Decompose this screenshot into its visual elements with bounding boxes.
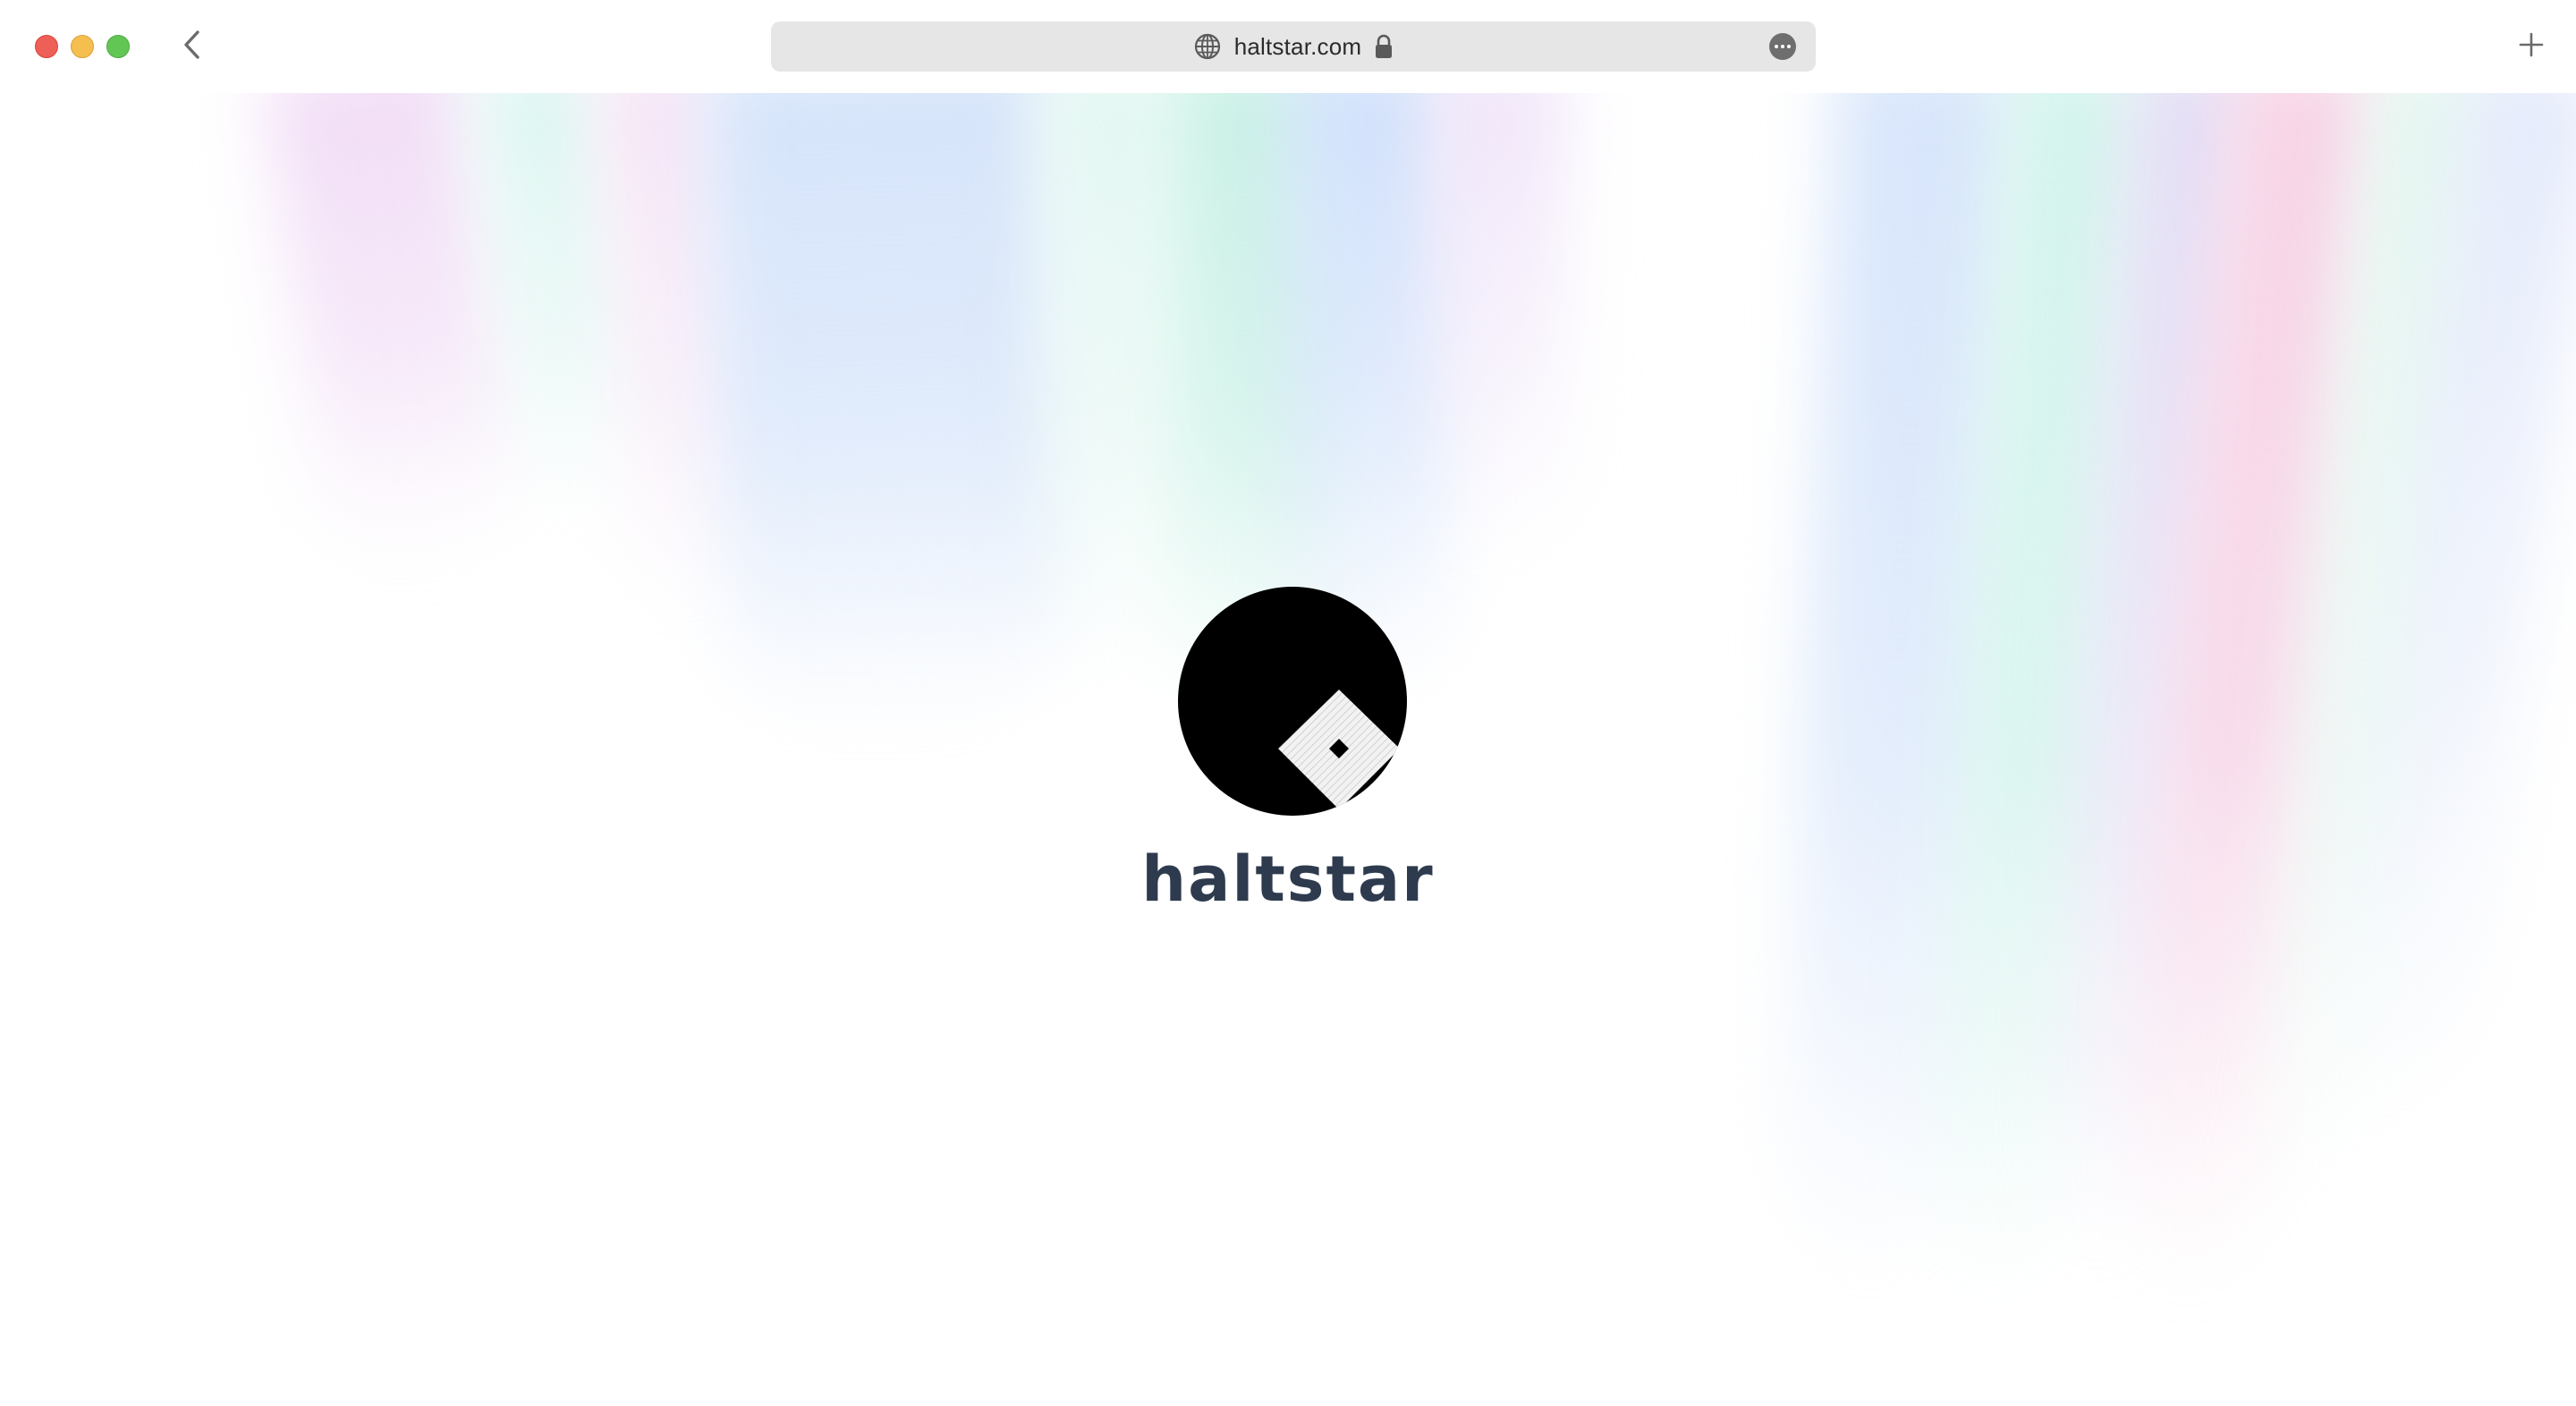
- haltstar-logo[interactable]: [1176, 585, 1409, 817]
- back-button[interactable]: [175, 25, 208, 64]
- lock-icon: [1376, 34, 1393, 58]
- close-window-button[interactable]: [35, 35, 58, 58]
- plus-icon: [2519, 32, 2544, 57]
- address-bar[interactable]: haltstar.com: [771, 21, 1816, 72]
- chevron-left-icon: [184, 30, 199, 59]
- hero-section: haltstar: [0, 0, 2576, 1406]
- browser-toolbar: haltstar.com: [0, 0, 2576, 93]
- url-text: haltstar.com: [1233, 32, 1362, 60]
- browser-window: haltstar.com haltstar: [0, 0, 2576, 1406]
- new-tab-button[interactable]: [2513, 27, 2549, 63]
- globe-icon: [1194, 33, 1220, 60]
- address-content: haltstar.com: [1193, 32, 1394, 61]
- brand-name: haltstar: [1141, 843, 1435, 916]
- ellipsis-circle-icon[interactable]: [1769, 33, 1796, 60]
- zoom-window-button[interactable]: [106, 35, 130, 58]
- minimize-window-button[interactable]: [71, 35, 94, 58]
